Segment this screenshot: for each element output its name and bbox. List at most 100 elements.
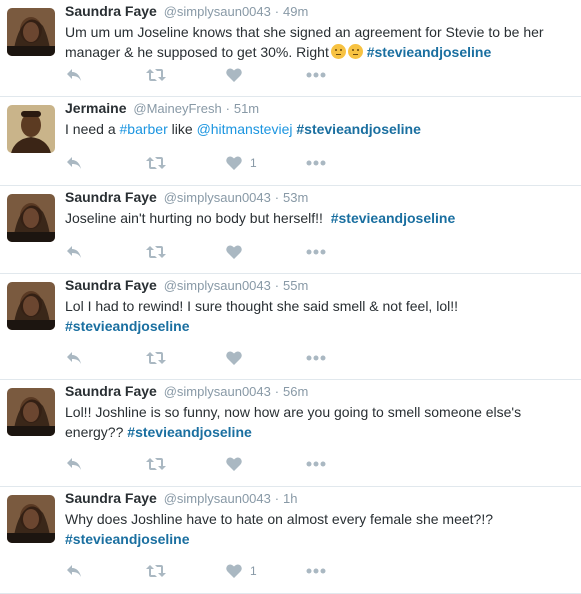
author-name[interactable]: Saundra Faye — [65, 383, 157, 399]
more-button[interactable] — [306, 242, 326, 262]
like-button[interactable]: 1 — [226, 561, 257, 581]
author-name[interactable]: Saundra Faye — [65, 189, 157, 205]
retweet-button[interactable] — [146, 153, 166, 173]
more-icon — [306, 568, 326, 574]
avatar[interactable] — [7, 495, 55, 543]
hashtag-link[interactable]: #stevieandjoseline — [65, 318, 190, 334]
avatar[interactable] — [7, 194, 55, 242]
author-name[interactable]: Jermaine — [65, 100, 126, 116]
like-button[interactable] — [226, 65, 250, 85]
avatar[interactable] — [7, 388, 55, 436]
hashtag-link[interactable]: #stevieandjoseline — [367, 44, 492, 60]
heart-icon — [226, 156, 242, 170]
tweet-content: Saundra Faye @simplysaun0043 · 56m Lol!!… — [65, 380, 573, 442]
tweet-item[interactable]: Saundra Faye @simplysaun0043 · 1h Why do… — [0, 487, 581, 594]
author-handle[interactable]: @simplysaun0043 — [164, 190, 271, 205]
tweet-item[interactable]: Saundra Faye @simplysaun0043 · 53m Josel… — [0, 186, 581, 274]
like-button[interactable]: 1 — [226, 153, 257, 173]
retweet-icon — [146, 246, 166, 258]
more-button[interactable] — [306, 348, 326, 368]
timestamp[interactable]: 1h — [283, 491, 297, 506]
timestamp[interactable]: 56m — [283, 384, 308, 399]
tweet-header: Saundra Faye @simplysaun0043 · 56m — [65, 382, 573, 400]
more-button[interactable] — [306, 454, 326, 474]
timestamp[interactable]: 51m — [234, 101, 259, 116]
author-handle[interactable]: @MaineyFresh — [133, 101, 221, 116]
more-icon — [306, 160, 326, 166]
retweet-button[interactable] — [146, 242, 166, 262]
tweet-text: Um um um Joseline knows that she signed … — [65, 22, 573, 62]
separator: · — [225, 101, 230, 116]
hashtag-link[interactable]: #stevieandjoseline — [65, 531, 190, 547]
reply-button[interactable] — [66, 561, 82, 581]
tweet-text: Joseline ain't hurting no body but herse… — [65, 208, 573, 228]
retweet-button[interactable] — [146, 561, 166, 581]
more-button[interactable] — [306, 65, 326, 85]
tweet-text: Why does Joshline have to hate on almost… — [65, 509, 573, 549]
retweet-icon — [146, 352, 166, 364]
like-button[interactable] — [226, 348, 250, 368]
hashtag-link[interactable]: #stevieandjoseline — [127, 424, 252, 440]
tweet-content: Jermaine @MaineyFresh · 51m I need a #ba… — [65, 97, 573, 139]
tweet-text-part: Lol I had to rewind! I sure thought she … — [65, 298, 458, 314]
reply-button[interactable] — [66, 242, 82, 262]
tweet-item[interactable]: Saundra Faye @simplysaun0043 · 55m Lol I… — [0, 274, 581, 380]
author-name[interactable]: Saundra Faye — [65, 277, 157, 293]
tweet-content: Saundra Faye @simplysaun0043 · 49m Um um… — [65, 0, 573, 62]
hashtag-link[interactable]: #stevieandjoseline — [296, 121, 421, 137]
tweet-item[interactable]: Saundra Faye @simplysaun0043 · 56m Lol!!… — [0, 380, 581, 487]
timestamp[interactable]: 53m — [283, 190, 308, 205]
like-count: 1 — [250, 564, 257, 578]
tweet-header: Saundra Faye @simplysaun0043 · 49m — [65, 2, 573, 20]
reply-button[interactable] — [66, 454, 82, 474]
retweet-button[interactable] — [146, 454, 166, 474]
timestamp[interactable]: 49m — [283, 4, 308, 19]
like-button[interactable] — [226, 242, 250, 262]
avatar[interactable] — [7, 105, 55, 153]
author-handle[interactable]: @simplysaun0043 — [164, 4, 271, 19]
author-handle[interactable]: @simplysaun0043 — [164, 278, 271, 293]
retweet-button[interactable] — [146, 65, 166, 85]
separator: · — [274, 491, 280, 506]
tweet-content: Saundra Faye @simplysaun0043 · 1h Why do… — [65, 487, 573, 549]
reply-icon — [67, 352, 81, 364]
reply-button[interactable] — [66, 65, 82, 85]
reply-icon — [67, 69, 81, 81]
more-icon — [306, 72, 326, 78]
more-icon — [306, 461, 326, 467]
more-icon — [306, 355, 326, 361]
more-button[interactable] — [306, 561, 326, 581]
mention-link[interactable]: @hitmansteviej — [197, 121, 293, 137]
tweet-item[interactable]: Jermaine @MaineyFresh · 51m I need a #ba… — [0, 97, 581, 186]
author-name[interactable]: Saundra Faye — [65, 3, 157, 19]
reply-button[interactable] — [66, 348, 82, 368]
author-handle[interactable]: @simplysaun0043 — [164, 491, 271, 506]
reply-icon — [67, 246, 81, 258]
author-handle[interactable]: @simplysaun0043 — [164, 384, 271, 399]
tweet-text: Lol!! Joshline is so funny, now how are … — [65, 402, 573, 442]
timestamp[interactable]: 55m — [283, 278, 308, 293]
tweet-header: Saundra Faye @simplysaun0043 · 53m — [65, 188, 573, 206]
heart-icon — [226, 68, 242, 82]
retweet-icon — [146, 458, 166, 470]
tweet-text-part: Why does Joshline have to hate on almost… — [65, 511, 494, 527]
reply-button[interactable] — [66, 153, 82, 173]
hashtag-link[interactable]: #barber — [120, 121, 168, 137]
retweet-icon — [146, 157, 166, 169]
more-button[interactable] — [306, 153, 326, 173]
reply-icon — [67, 157, 81, 169]
author-name[interactable]: Saundra Faye — [65, 490, 157, 506]
retweet-icon — [146, 565, 166, 577]
reply-icon — [67, 565, 81, 577]
heart-icon — [226, 457, 242, 471]
separator: · — [274, 384, 280, 399]
retweet-button[interactable] — [146, 348, 166, 368]
avatar[interactable] — [7, 282, 55, 330]
tweet-item[interactable]: Saundra Faye @simplysaun0043 · 49m Um um… — [0, 0, 581, 97]
hashtag-link[interactable]: #stevieandjoseline — [331, 210, 456, 226]
more-icon — [306, 249, 326, 255]
separator: · — [274, 4, 280, 19]
separator: · — [274, 278, 280, 293]
avatar[interactable] — [7, 8, 55, 56]
like-button[interactable] — [226, 454, 250, 474]
